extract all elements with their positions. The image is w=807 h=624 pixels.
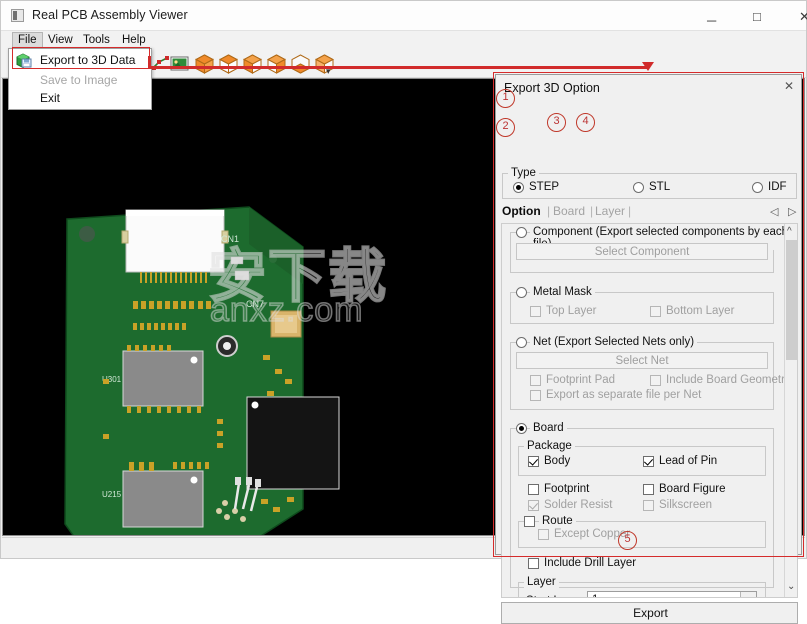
annotation-marker-4: 4 <box>576 113 595 132</box>
application-window: Real PCB Assembly Viewer ─ □ ✕ File View… <box>0 0 807 559</box>
menu-help[interactable]: Help <box>116 33 152 48</box>
annotation-marker-2: 2 <box>496 118 515 137</box>
annotation-arrow-riser <box>148 56 151 68</box>
annotation-marker-3: 3 <box>547 113 566 132</box>
export-button[interactable]: Export <box>501 602 798 624</box>
start-layer-label: Start Layer <box>526 595 582 598</box>
checkbox-include-drill-layer[interactable] <box>528 558 539 569</box>
menu-item-exit-label: Exit <box>40 91 60 105</box>
minimize-button[interactable]: ─ <box>690 1 736 30</box>
annotation-marker-1: 1 <box>496 89 515 108</box>
cube-view-icon-5[interactable] <box>290 54 311 74</box>
scroll-down-icon[interactable]: ⌄ <box>787 581 795 592</box>
annotation-box-menu-item <box>12 47 150 69</box>
layer-group-label: Layer <box>524 576 559 588</box>
cube-view-icon-4[interactable] <box>266 54 287 74</box>
save-image-icon[interactable] <box>170 54 189 73</box>
menu-item-save-image-label: Save to Image <box>40 73 117 87</box>
annotation-marker-5: 5 <box>618 531 637 550</box>
title-bar: Real PCB Assembly Viewer <box>1 1 806 31</box>
close-button[interactable]: ✕ <box>782 1 807 30</box>
menu-item-save-image: Save to Image <box>10 70 150 90</box>
export-button-label: Export <box>502 606 799 620</box>
start-layer-value: 1 <box>592 594 598 598</box>
annotation-arrow-line <box>150 66 648 69</box>
annotation-box-panel <box>493 72 804 557</box>
pcb-board-render: CN1 <box>3 79 503 536</box>
svg-text:CN7: CN7 <box>246 299 264 309</box>
start-layer-select[interactable]: 1 <box>587 591 757 598</box>
menu-view[interactable]: View <box>42 33 79 48</box>
svg-text:CN1: CN1 <box>221 234 239 244</box>
cube-view-icon-1[interactable] <box>194 54 215 74</box>
menu-item-exit[interactable]: Exit <box>10 88 150 108</box>
annotation-arrow-head <box>642 62 654 71</box>
cube-view-icon-6[interactable] <box>314 54 335 74</box>
menu-tools[interactable]: Tools <box>77 33 116 48</box>
app-icon <box>11 9 24 22</box>
cube-view-icon-3[interactable] <box>242 54 263 74</box>
net-tool-icon[interactable] <box>151 54 170 73</box>
svg-text:U215: U215 <box>102 490 122 499</box>
window-title: Real PCB Assembly Viewer <box>32 8 188 22</box>
cube-view-icon-2[interactable] <box>218 54 239 74</box>
maximize-button[interactable]: □ <box>736 1 782 30</box>
chevron-down-icon-start-layer[interactable] <box>740 592 756 598</box>
